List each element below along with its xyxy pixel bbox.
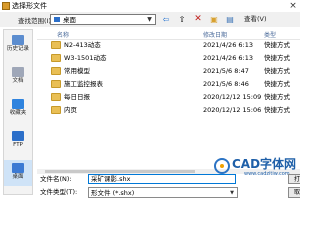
scrollbar-thumb[interactable] bbox=[45, 170, 195, 173]
folder-icon bbox=[51, 67, 61, 75]
list-item[interactable]: W3-1501动态 2021/4/26 6:13 快捷方式 bbox=[37, 52, 300, 64]
list-item[interactable]: 每日日报 2020/12/12 15:09 快捷方式 bbox=[37, 91, 300, 103]
watermark-icon bbox=[214, 158, 230, 174]
item-name: N2-413动态 bbox=[64, 41, 101, 49]
title-bar: 选择形文件 × bbox=[0, 0, 300, 12]
item-date: 2021/5/6 8:46 bbox=[203, 80, 249, 88]
documents-icon bbox=[12, 67, 24, 77]
place-label: 文档 bbox=[12, 78, 24, 84]
delete-icon[interactable]: ✕ bbox=[192, 14, 204, 25]
chevron-down-icon[interactable]: ▼ bbox=[145, 15, 154, 24]
place-desktop[interactable]: 桌面 bbox=[4, 160, 32, 186]
place-label: 桌面 bbox=[12, 174, 24, 180]
views-menu[interactable]: 查看(V) bbox=[244, 14, 268, 25]
item-date: 2020/12/12 15:09 bbox=[203, 93, 262, 101]
item-type: 快捷方式 bbox=[264, 93, 290, 101]
item-name: 内页 bbox=[64, 106, 77, 114]
places-sidebar: 历史记录 文档 收藏夹 FTP 桌面 bbox=[3, 29, 33, 195]
item-date: 2020/12/12 15:06 bbox=[203, 106, 262, 114]
column-date[interactable]: 修改日期 bbox=[203, 30, 227, 39]
new-folder-icon[interactable]: ▣ bbox=[208, 14, 220, 25]
place-ftp[interactable]: FTP bbox=[4, 128, 32, 154]
item-date: 2021/4/26 6:13 bbox=[203, 54, 253, 62]
place-history[interactable]: 历史记录 bbox=[4, 32, 32, 58]
history-icon bbox=[12, 35, 24, 45]
place-documents[interactable]: 文档 bbox=[4, 64, 32, 90]
back-icon[interactable]: ⇦ bbox=[160, 14, 172, 25]
item-type: 快捷方式 bbox=[264, 106, 290, 114]
file-name-label: 文件名(N): bbox=[40, 175, 72, 183]
column-name[interactable]: 名称 bbox=[57, 30, 69, 39]
window-title: 选择形文件 bbox=[12, 2, 47, 10]
watermark-url: www.cadzitiw.com bbox=[244, 171, 290, 177]
look-in-dropdown[interactable]: 桌面 ▼ bbox=[50, 14, 156, 25]
app-icon bbox=[2, 2, 10, 10]
column-type[interactable]: 类型 bbox=[264, 30, 276, 39]
look-in-value: 桌面 bbox=[63, 16, 76, 24]
close-icon[interactable]: × bbox=[286, 0, 300, 12]
file-list[interactable]: 名称 修改日期 类型 N2-413动态 2021/4/26 6:13 快捷方式 … bbox=[37, 29, 300, 169]
look-in-label: 查找范围(I): bbox=[18, 17, 54, 25]
list-item[interactable]: 内页 2020/12/12 15:06 快捷方式 bbox=[37, 104, 300, 116]
folder-icon bbox=[51, 93, 61, 101]
item-type: 快捷方式 bbox=[264, 80, 290, 88]
file-name-input[interactable]: 采矿课影.shx bbox=[88, 174, 236, 184]
chevron-down-icon[interactable]: ▼ bbox=[228, 188, 236, 198]
item-type: 快捷方式 bbox=[264, 41, 290, 49]
item-type: 快捷方式 bbox=[264, 67, 290, 75]
place-label: FTP bbox=[13, 142, 23, 148]
list-item[interactable]: 施工监控报表 2021/5/6 8:46 快捷方式 bbox=[37, 78, 300, 90]
cancel-button[interactable]: 取 bbox=[288, 187, 300, 198]
open-button[interactable]: 打 bbox=[288, 174, 300, 184]
item-type: 快捷方式 bbox=[264, 54, 290, 62]
up-folder-icon[interactable]: ⇧ bbox=[176, 14, 188, 25]
watermark-text: CAD字体网 bbox=[232, 157, 297, 171]
desktop-icon bbox=[12, 163, 24, 173]
file-name-value: 采矿课影.shx bbox=[91, 175, 131, 183]
file-type-value: 形文件 (*.shx) bbox=[91, 189, 135, 197]
place-favorites[interactable]: 收藏夹 bbox=[4, 96, 32, 122]
place-label: 历史记录 bbox=[6, 46, 29, 52]
favorites-icon bbox=[12, 99, 24, 109]
ftp-icon bbox=[12, 131, 24, 141]
place-label: 收藏夹 bbox=[9, 110, 27, 116]
item-name: W3-1501动态 bbox=[64, 54, 107, 62]
item-name: 每日日报 bbox=[64, 93, 90, 101]
item-name: 常用模型 bbox=[64, 67, 90, 75]
toolbar: 查找范围(I): 桌面 ▼ ⇦ ⇧ ✕ ▣ ▤ 查看(V) bbox=[0, 12, 300, 27]
item-date: 2021/4/26 6:13 bbox=[203, 41, 253, 49]
folder-icon bbox=[51, 41, 61, 49]
folder-icon bbox=[51, 106, 61, 114]
list-item[interactable]: 常用模型 2021/5/6 8:47 快捷方式 bbox=[37, 65, 300, 77]
folder-icon bbox=[51, 54, 61, 62]
desktop-icon bbox=[54, 17, 60, 22]
item-date: 2021/5/6 8:47 bbox=[203, 67, 249, 75]
list-item[interactable]: N2-413动态 2021/4/26 6:13 快捷方式 bbox=[37, 39, 300, 51]
file-type-select[interactable]: 形文件 (*.shx) ▼ bbox=[88, 187, 238, 198]
folder-icon bbox=[51, 80, 61, 88]
item-name: 施工监控报表 bbox=[64, 80, 103, 88]
file-type-label: 文件类型(T): bbox=[40, 188, 78, 196]
views-icon[interactable]: ▤ bbox=[224, 14, 236, 25]
